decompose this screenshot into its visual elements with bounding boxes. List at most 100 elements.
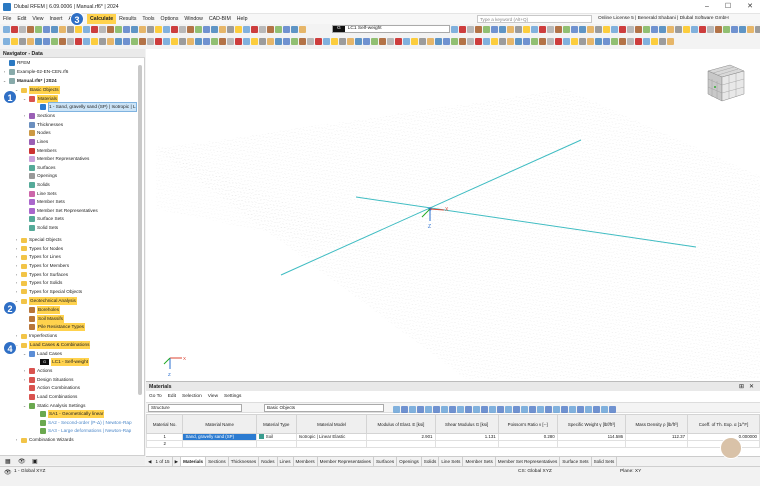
toolbar-tool-icon[interactable] bbox=[611, 37, 618, 45]
toolbar-tool-icon[interactable] bbox=[275, 37, 282, 45]
expander-chevron-icon[interactable]: › bbox=[22, 112, 27, 120]
toolbar-tool-icon[interactable] bbox=[123, 37, 130, 45]
tree-types-for-lines[interactable]: › Types for Lines bbox=[14, 253, 61, 262]
view-icon[interactable]: 👁 bbox=[4, 469, 12, 476]
toolbar-tool-icon[interactable] bbox=[251, 25, 258, 33]
tree-types-for-surfaces[interactable]: › Types for Surfaces bbox=[14, 270, 68, 279]
toolbar-tool-icon[interactable] bbox=[539, 25, 546, 33]
toolbar-tool-icon[interactable] bbox=[595, 25, 602, 33]
toolbar-tool-icon[interactable] bbox=[243, 37, 250, 45]
toolbar-tool-icon[interactable] bbox=[227, 37, 234, 45]
toolbar-tool-icon[interactable] bbox=[83, 37, 90, 45]
toolbar-tool-icon[interactable] bbox=[19, 37, 26, 45]
toolbar-tool-icon[interactable] bbox=[475, 25, 482, 33]
table-cell[interactable]: 114.586 bbox=[556, 433, 627, 441]
toolbar-tool-icon[interactable] bbox=[417, 405, 424, 413]
tree-material-1[interactable]: 1 - Sand, gravelly sand (SP) | Isotropic… bbox=[33, 102, 137, 113]
toolbar-tool-icon[interactable] bbox=[331, 37, 338, 45]
table-cell[interactable] bbox=[625, 440, 689, 448]
toolbar-tool-icon[interactable] bbox=[395, 37, 402, 45]
tree-project-manual[interactable]: ⌄ Manual.rf6* | 2024 bbox=[2, 77, 57, 86]
tree-sa1[interactable]: SA1 - Geometrically linear bbox=[33, 410, 105, 419]
panel-close-icon[interactable]: ✕ bbox=[749, 383, 754, 390]
menu-view[interactable]: View bbox=[29, 14, 46, 24]
tab-member-set-representatives[interactable]: Member Set Representatives bbox=[496, 457, 561, 466]
toolbar-tool-icon[interactable] bbox=[123, 25, 130, 33]
toolbar-tool-icon[interactable] bbox=[515, 25, 522, 33]
toolbar-tool-icon[interactable] bbox=[219, 25, 226, 33]
tree-member-representatives[interactable]: Member Representatives bbox=[22, 155, 89, 164]
table-row[interactable]: 2 bbox=[145, 440, 760, 448]
toolbar-tool-icon[interactable] bbox=[11, 25, 18, 33]
column-header[interactable]: Modulus of Elast. E [ksi] bbox=[366, 414, 436, 434]
toolbar-tool-icon[interactable] bbox=[195, 37, 202, 45]
tree-basic-objects[interactable]: ⌄ Basic Objects bbox=[14, 86, 60, 95]
expander-chevron-icon[interactable]: ⌄ bbox=[2, 77, 7, 85]
table-cell[interactable] bbox=[497, 440, 558, 448]
expander-chevron-icon[interactable]: › bbox=[22, 376, 27, 384]
toolbar-tool-icon[interactable] bbox=[483, 25, 490, 33]
materials-menu-settings[interactable]: Settings bbox=[221, 392, 244, 401]
toolbar-tool-icon[interactable] bbox=[299, 37, 306, 45]
expander-chevron-icon[interactable]: › bbox=[14, 236, 19, 244]
data-tab-icon[interactable]: ▦ bbox=[5, 458, 11, 465]
toolbar-tool-icon[interactable] bbox=[739, 25, 746, 33]
toolbar-tool-icon[interactable] bbox=[275, 25, 282, 33]
toolbar-tool-icon[interactable] bbox=[155, 37, 162, 45]
tree-thicknesses[interactable]: Thicknesses bbox=[22, 121, 63, 130]
tree-lines[interactable]: Lines bbox=[22, 138, 48, 147]
menu-tools[interactable]: Tools bbox=[139, 14, 157, 24]
toolbar-tool-icon[interactable] bbox=[643, 25, 650, 33]
toolbar-tool-icon[interactable] bbox=[467, 25, 474, 33]
toolbar-tool-icon[interactable] bbox=[131, 37, 138, 45]
toolbar-tool-icon[interactable] bbox=[379, 37, 386, 45]
toolbar-tool-icon[interactable] bbox=[227, 25, 234, 33]
column-header[interactable]: Mass Density ρ [lb/ft³] bbox=[625, 414, 689, 434]
toolbar-tool-icon[interactable] bbox=[609, 405, 616, 413]
materials-menu-selection[interactable]: Selection bbox=[179, 392, 205, 401]
tab-surface-sets[interactable]: Surface Sets bbox=[560, 457, 592, 466]
tree-project-example[interactable]: › Example-02-EN-CEN.rf6 bbox=[2, 68, 68, 77]
toolbar-tool-icon[interactable] bbox=[667, 25, 674, 33]
toolbar-tool-icon[interactable] bbox=[179, 25, 186, 33]
toolbar-tool-icon[interactable] bbox=[139, 37, 146, 45]
toolbar-tool-icon[interactable] bbox=[107, 25, 114, 33]
toolbar-tool-icon[interactable] bbox=[635, 37, 642, 45]
view-cube-icon[interactable] bbox=[704, 63, 746, 103]
view-selector[interactable]: 1 - Global XYZ bbox=[14, 469, 45, 474]
table-cell[interactable]: 0.280 bbox=[497, 433, 558, 441]
tab-members[interactable]: Members bbox=[294, 457, 318, 466]
tree-pile-resistance-types[interactable]: Pile Resistance Types bbox=[22, 323, 86, 332]
toolbar-tool-icon[interactable] bbox=[545, 405, 552, 413]
toolbar-tool-icon[interactable] bbox=[155, 25, 162, 33]
menu-results[interactable]: Results bbox=[116, 14, 139, 24]
menu-file[interactable]: File bbox=[0, 14, 14, 24]
toolbar-tool-icon[interactable] bbox=[451, 37, 458, 45]
toolbar-tool-icon[interactable] bbox=[563, 25, 570, 33]
toolbar-tool-icon[interactable] bbox=[315, 37, 322, 45]
tab-solids[interactable]: Solids bbox=[422, 457, 440, 466]
table-cell[interactable]: 112.37 bbox=[625, 433, 689, 441]
toolbar-tool-icon[interactable] bbox=[571, 37, 578, 45]
toolbar-tool-icon[interactable] bbox=[355, 37, 362, 45]
toolbar-tool-icon[interactable] bbox=[387, 37, 394, 45]
tree-load-cases-combinations[interactable]: ⌄Load Cases & Combinations bbox=[14, 341, 91, 350]
toolbar-tool-icon[interactable] bbox=[203, 25, 210, 33]
toolbar-tool-icon[interactable] bbox=[547, 37, 554, 45]
expander-chevron-icon[interactable]: ⌄ bbox=[22, 402, 27, 410]
column-header[interactable]: Shear Modulus G [ksi] bbox=[434, 414, 499, 434]
toolbar-tool-icon[interactable] bbox=[83, 25, 90, 33]
tab-materials[interactable]: Materials bbox=[181, 457, 207, 466]
toolbar-tool-icon[interactable] bbox=[507, 37, 514, 45]
tree-special-objects[interactable]: › Special Objects bbox=[14, 236, 62, 245]
expander-chevron-icon[interactable]: › bbox=[14, 279, 19, 287]
tab-surfaces[interactable]: Surfaces bbox=[374, 457, 398, 466]
toolbar-tool-icon[interactable] bbox=[211, 25, 218, 33]
toolbar-tool-icon[interactable] bbox=[561, 405, 568, 413]
toolbar-tool-icon[interactable] bbox=[547, 25, 554, 33]
toolbar-tool-icon[interactable] bbox=[569, 405, 576, 413]
toolbar-tool-icon[interactable] bbox=[499, 37, 506, 45]
toolbar-tool-icon[interactable] bbox=[51, 37, 58, 45]
toolbar-tool-icon[interactable] bbox=[419, 37, 426, 45]
toolbar-tool-icon[interactable] bbox=[115, 37, 122, 45]
